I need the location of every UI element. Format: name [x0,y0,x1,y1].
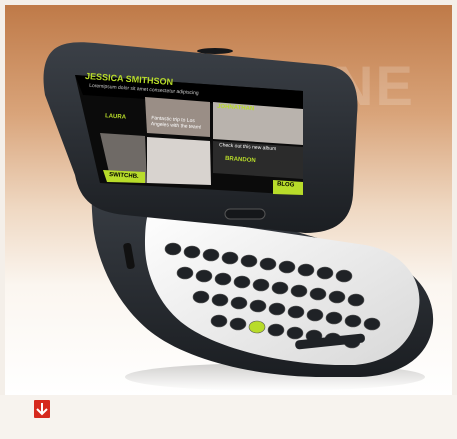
keyboard-key [202,248,220,262]
keyboard-key [335,269,353,283]
keyboard-key [286,326,304,340]
page-footer-strip [0,395,457,439]
keyboard-key [316,266,334,280]
keyboard-key [221,251,239,265]
keyboard-key [164,242,182,256]
keyboard-key [176,266,194,280]
keyboard-key [248,320,266,334]
keyboard-key [211,293,229,307]
keyboard-key [252,278,270,292]
center-button [224,208,266,220]
keyboard-key [230,296,248,310]
keyboard-key [309,287,327,301]
keyboard-key [297,263,315,277]
keyboard-key [210,314,228,328]
earpiece [197,48,233,54]
keyboard-key [287,305,305,319]
keyboard-key [214,272,232,286]
keyboard-key [229,317,247,331]
download-arrow-icon [36,403,48,416]
keyboard-key [306,308,324,322]
keyboard-key [325,311,343,325]
keyboard-key [363,317,381,331]
keyboard-key [278,260,296,274]
screen-footer-right: BLOG [276,181,295,189]
keyboard-key [344,314,362,328]
keyboard-key [233,275,251,289]
keyboard-key [347,293,365,307]
keyboard-key [195,269,213,283]
keyboard-key [240,254,258,268]
phone-illustration [43,42,434,391]
keyboard-key [268,302,286,316]
keyboard-key [192,290,210,304]
keyboard-key [249,299,267,313]
keyboard-key [259,257,277,271]
keyboard-key [328,290,346,304]
keyboard-key [183,245,201,259]
keyboard-key [271,281,289,295]
download-badge[interactable] [34,400,50,418]
keyboard-key [267,323,285,337]
keyboard-key [290,284,308,298]
product-photo: ONNE [5,5,452,395]
